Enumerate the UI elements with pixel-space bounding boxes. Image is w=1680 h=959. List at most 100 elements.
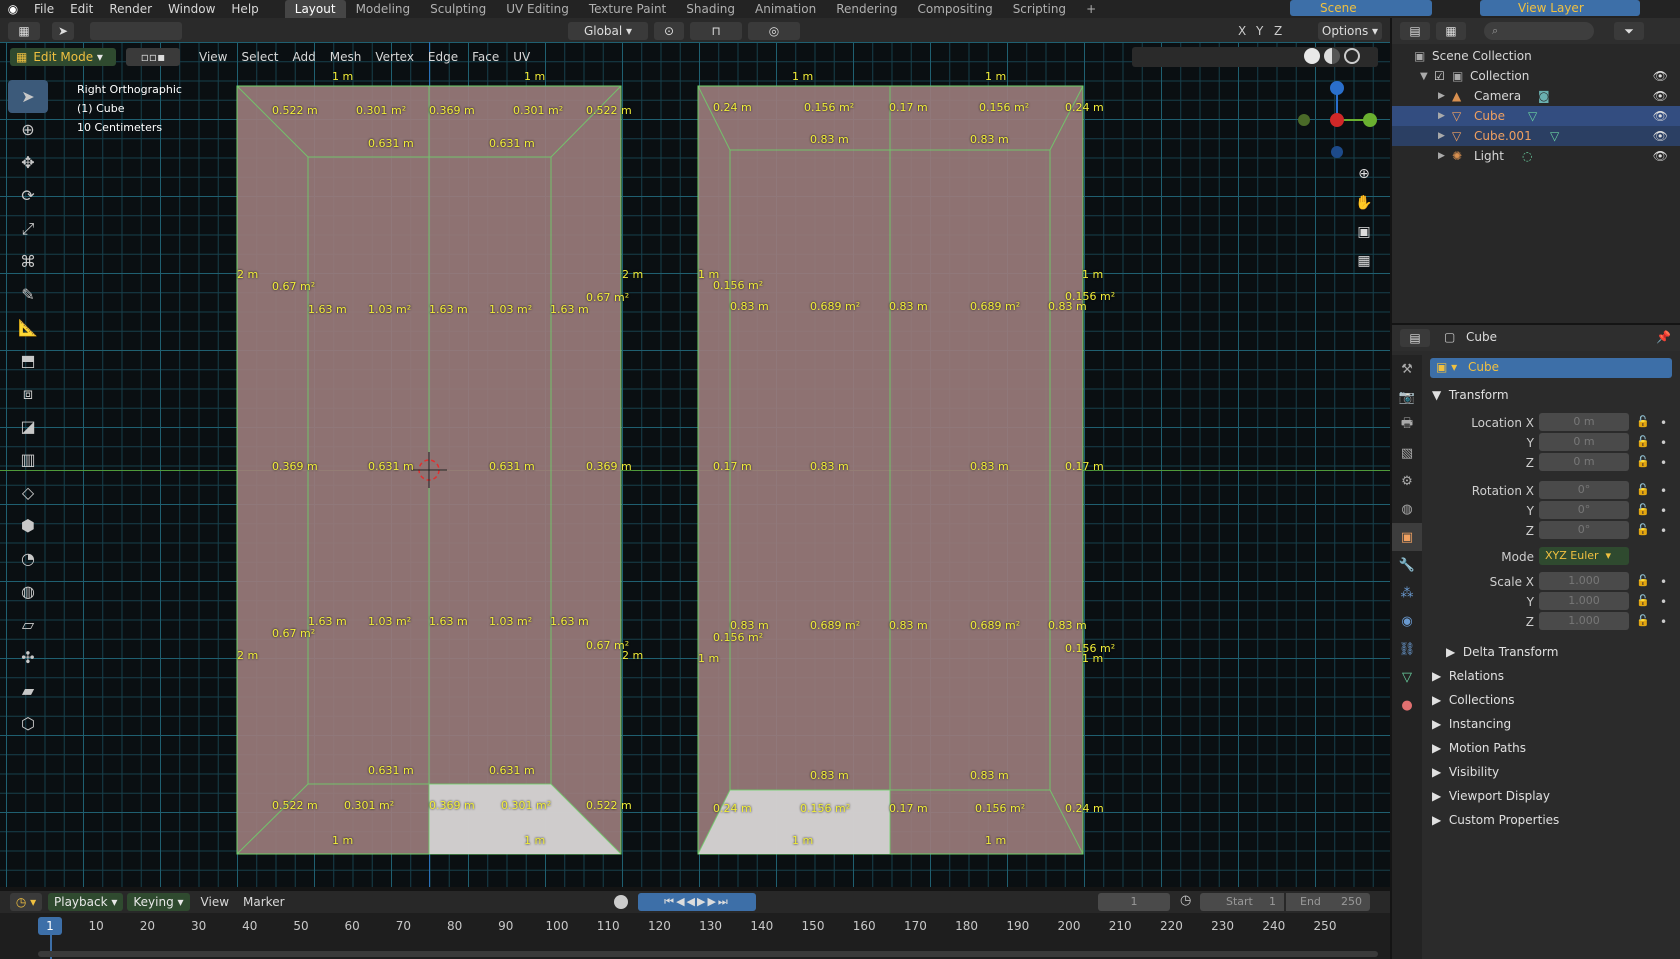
select-mode-icon[interactable]: ➤ [52, 22, 74, 40]
area-divider[interactable] [0, 887, 1390, 891]
rotation-z-field[interactable]: 0° [1539, 521, 1629, 539]
particles-tab-icon[interactable]: ⁂ [1392, 579, 1422, 607]
end-frame-field[interactable]: End 250 [1286, 893, 1370, 911]
select-box-icons[interactable] [90, 22, 182, 40]
area-divider[interactable] [1392, 323, 1680, 325]
relations-panel-header[interactable]: ▶ Relations [1422, 664, 1680, 688]
keyframe-dot[interactable]: • [1660, 413, 1667, 433]
collections-panel-header[interactable]: ▶ Collections [1422, 688, 1680, 712]
scale-tool-icon[interactable]: ⤢ [8, 212, 48, 245]
scale-x-field[interactable]: 1.000 [1539, 572, 1629, 590]
delta-transform-header[interactable]: ▶ Delta Transform [1422, 640, 1680, 664]
lock-icon[interactable]: 🔓 [1636, 435, 1650, 448]
add-workspace-icon[interactable]: + [1076, 0, 1106, 18]
lock-icon[interactable]: 🔓 [1636, 415, 1650, 428]
collection-row[interactable]: ▼ ☑ ▣ Collection 👁 [1392, 66, 1680, 86]
keyframe-dot[interactable]: • [1660, 453, 1667, 473]
render-tab-icon[interactable]: 📷 [1392, 383, 1422, 411]
visibility-eye-icon[interactable]: 👁 [1653, 109, 1668, 123]
location-x-field[interactable]: 0 m [1539, 413, 1629, 431]
editor-type-button[interactable]: ▦ [8, 22, 40, 40]
pin-icon[interactable]: 📌 [1656, 330, 1671, 344]
outliner-item-cube[interactable]: ▶ ▽ Cube ▽ 👁 [1392, 106, 1680, 126]
mode-dropdown[interactable]: ▦ Edit Mode ▾ [10, 48, 116, 66]
outliner-search-input[interactable]: ⌕ [1484, 22, 1594, 40]
shading-rendered-icon[interactable] [1344, 48, 1360, 64]
axis-y-toggle[interactable]: Y [1256, 24, 1263, 38]
clock-icon[interactable]: ◷ [1180, 893, 1191, 908]
modifier-tab-icon[interactable]: 🔧 [1392, 551, 1422, 579]
outliner-item-cube001[interactable]: ▶ ▽ Cube.001 ▽ 👁 [1392, 126, 1680, 146]
shading-material-icon[interactable] [1324, 48, 1340, 64]
select-mode-vertex-edge-face[interactable]: ▫▫▪ [126, 48, 180, 66]
tab-shading[interactable]: Shading [676, 0, 745, 18]
vp-menu-uv[interactable]: UV [506, 50, 537, 64]
menu-edit[interactable]: Edit [62, 0, 101, 18]
visibility-panel-header[interactable]: ▶ Visibility [1422, 760, 1680, 784]
expand-arrow-icon[interactable]: ▶ [1438, 131, 1452, 141]
lock-icon[interactable]: 🔓 [1636, 455, 1650, 468]
expand-arrow-icon[interactable]: ▶ [1438, 111, 1452, 121]
blender-logo-icon[interactable]: ◉ [0, 2, 26, 16]
pan-hand-icon[interactable]: ✋ [1354, 195, 1374, 215]
inset-tool-icon[interactable]: ⧈ [8, 377, 48, 410]
scale-z-field[interactable]: 1.000 [1539, 612, 1629, 630]
transform-panel-header[interactable]: ▼ Transform [1422, 383, 1680, 407]
current-frame-field[interactable]: 1 [1098, 893, 1170, 911]
camera-view-icon[interactable]: ▣ [1354, 224, 1374, 244]
timeline-scrollbar[interactable] [38, 951, 1378, 957]
rotate-tool-icon[interactable]: ⟳ [8, 179, 48, 212]
lock-icon[interactable]: 🔓 [1636, 594, 1650, 607]
axis-z-toggle[interactable]: Z [1274, 24, 1282, 38]
scene-tab-icon[interactable]: ⚙ [1392, 467, 1422, 495]
menu-file[interactable]: File [26, 0, 62, 18]
shrink-fatten-tool-icon[interactable]: ✣ [8, 641, 48, 674]
scene-selector[interactable]: Scene [1290, 0, 1432, 16]
keyframe-dot[interactable]: • [1660, 433, 1667, 453]
tab-compositing[interactable]: Compositing [907, 0, 1002, 18]
vp-menu-add[interactable]: Add [286, 50, 323, 64]
poly-build-tool-icon[interactable]: ⬢ [8, 509, 48, 542]
playback-dropdown[interactable]: Playback ▾ [48, 893, 124, 911]
expand-arrow-icon[interactable]: ▶ [1438, 151, 1452, 161]
keyframe-dot[interactable]: • [1660, 521, 1667, 541]
cursor-tool-icon[interactable]: ⊕ [8, 113, 48, 146]
axis-x-toggle[interactable]: X [1238, 24, 1246, 38]
area-divider[interactable] [1390, 18, 1392, 959]
motion-paths-panel-header[interactable]: ▶ Motion Paths [1422, 736, 1680, 760]
view-layer-tab-icon[interactable]: ▧ [1392, 439, 1422, 467]
bevel-tool-icon[interactable]: ◪ [8, 410, 48, 443]
outliner-item-light[interactable]: ▶ ✺ Light ◌ 👁 [1392, 146, 1680, 166]
scale-y-field[interactable]: 1.000 [1539, 592, 1629, 610]
options-dropdown[interactable]: Options ▾ [1318, 22, 1382, 40]
expand-arrow-icon[interactable]: ▼ [1420, 71, 1434, 82]
annotate-tool-icon[interactable]: ✎ [8, 278, 48, 311]
tab-animation[interactable]: Animation [745, 0, 826, 18]
menu-help[interactable]: Help [223, 0, 266, 18]
lock-icon[interactable]: 🔓 [1636, 483, 1650, 496]
move-tool-icon[interactable]: ✥ [8, 146, 48, 179]
material-tab-icon[interactable]: ● [1392, 691, 1422, 719]
object-tab-icon[interactable]: ▣ [1392, 523, 1422, 551]
custom-properties-panel-header[interactable]: ▶ Custom Properties [1422, 808, 1680, 832]
checkbox-icon[interactable]: ☑ [1434, 69, 1452, 83]
vp-menu-vertex[interactable]: Vertex [368, 50, 421, 64]
properties-editor-type[interactable]: ▤ [1400, 329, 1430, 347]
visibility-eye-icon[interactable]: 👁 [1653, 129, 1668, 143]
rip-tool-icon[interactable]: ⬡ [8, 707, 48, 740]
keyframe-dot[interactable]: • [1660, 481, 1667, 501]
outliner-filter-icon[interactable]: ⏷ [1614, 22, 1644, 40]
tab-scripting[interactable]: Scripting [1003, 0, 1076, 18]
spin-tool-icon[interactable]: ◔ [8, 542, 48, 575]
rotation-y-field[interactable]: 0° [1539, 501, 1629, 519]
timeline-menu-marker[interactable]: Marker [236, 895, 291, 909]
knife-tool-icon[interactable]: ◇ [8, 476, 48, 509]
record-button-icon[interactable] [614, 895, 628, 909]
pivot-point-icon[interactable]: ⊙ [654, 22, 684, 40]
start-frame-field[interactable]: Start 1 [1200, 893, 1284, 911]
lock-icon[interactable]: 🔓 [1636, 523, 1650, 536]
vp-menu-select[interactable]: Select [234, 50, 285, 64]
edge-slide-tool-icon[interactable]: ▱ [8, 608, 48, 641]
timeline-editor-type[interactable]: ◷ ▾ [10, 893, 42, 911]
instancing-panel-header[interactable]: ▶ Instancing [1422, 712, 1680, 736]
